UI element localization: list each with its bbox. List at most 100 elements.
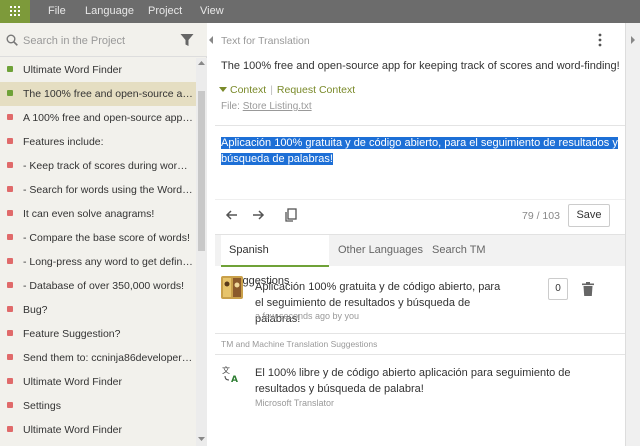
panel-title: Text for Translation	[221, 35, 310, 47]
list-item[interactable]: - Compare the base score of words!	[0, 226, 196, 250]
context-link[interactable]: Context	[230, 84, 266, 96]
untranslated-status-icon	[7, 114, 13, 120]
list-item-label: Ultimate Word Finder	[23, 376, 123, 388]
list-item-label: - Search for words using the Word Finder	[23, 184, 193, 196]
tm-section-header: TM and Machine Translation Suggestions	[215, 333, 625, 355]
list-item-label: A 100% free and open-source app that mak…	[23, 112, 193, 124]
list-item[interactable]: - Long-press any word to get definitions	[0, 250, 196, 274]
menu-language[interactable]: Language	[85, 5, 134, 17]
copy-source-icon[interactable]	[284, 208, 298, 222]
file-link[interactable]: Store Listing.txt	[243, 101, 312, 112]
expand-right-icon	[631, 36, 635, 44]
search-bar: Search in the Project	[0, 23, 207, 57]
list-item-label: Settings	[23, 400, 61, 412]
translated-status-icon	[7, 66, 13, 72]
untranslated-status-icon	[7, 138, 13, 144]
context-links: Context | Request Context	[219, 84, 355, 96]
list-item[interactable]: Ultimate Word Finder	[0, 58, 196, 82]
vote-count[interactable]: 0	[548, 278, 568, 300]
more-options-icon[interactable]	[594, 33, 606, 47]
mt-suggestion-text[interactable]: El 100% libre y de código abierto aplica…	[255, 365, 615, 397]
editor-panel: Text for Translation The 100% free and o…	[215, 23, 625, 446]
untranslated-status-icon	[7, 210, 13, 216]
string-sidebar: Search in the Project Ultimate Word Find…	[0, 23, 207, 446]
list-item-label: Feature Suggestion?	[23, 328, 121, 340]
list-item-label: Ultimate Word Finder	[23, 424, 123, 436]
tab-other-languages[interactable]: Other Languages	[338, 235, 423, 267]
scroll-up-icon[interactable]	[198, 60, 205, 66]
list-item[interactable]: Feature Suggestion?	[0, 322, 196, 346]
menu-file[interactable]: File	[48, 5, 66, 17]
search-input[interactable]: Search in the Project	[23, 35, 125, 47]
filter-icon[interactable]	[180, 33, 194, 47]
untranslated-status-icon	[7, 234, 13, 240]
untranslated-status-icon	[7, 186, 13, 192]
list-item-label: - Long-press any word to get definitions	[23, 256, 193, 268]
untranslated-status-icon	[7, 258, 13, 264]
translated-status-icon	[7, 90, 13, 96]
sidebar-scrollbar[interactable]	[196, 58, 207, 446]
apps-grid-icon	[10, 6, 20, 16]
suggestion-tabs: Spanish Suggestions Other Languages Sear…	[215, 234, 625, 287]
apps-grid-button[interactable]	[0, 0, 30, 23]
menu-view[interactable]: View	[200, 5, 224, 17]
list-item[interactable]: Settings	[0, 394, 196, 418]
untranslated-status-icon	[7, 354, 13, 360]
untranslated-status-icon	[7, 402, 13, 408]
divider	[215, 125, 625, 126]
list-item-label: Bug?	[23, 304, 48, 316]
translate-icon: 文 A	[222, 365, 238, 383]
file-prefix: File:	[221, 101, 240, 112]
translation-selected-text: Aplicación 100% gratuita y de código abi…	[221, 137, 618, 165]
menu-project[interactable]: Project	[148, 5, 182, 17]
suggestion-item: Aplicación 100% gratuita y de código abi…	[215, 273, 625, 325]
machine-translation-item: 文 A El 100% libre y de código abierto ap…	[215, 360, 625, 420]
list-item-selected[interactable]: The 100% free and open-source app for ke…	[0, 82, 196, 106]
list-item[interactable]: Bug?	[0, 298, 196, 322]
arrow-right-icon[interactable]	[251, 208, 265, 222]
tab-spanish-suggestions[interactable]: Spanish Suggestions	[221, 235, 329, 287]
list-item-label: - Keep track of scores during word games	[23, 160, 193, 172]
list-item[interactable]: - Search for words using the Word Finder	[0, 178, 196, 202]
collapse-sidebar-icon[interactable]	[207, 34, 215, 46]
mt-source: Microsoft Translator	[255, 398, 335, 408]
untranslated-status-icon	[7, 162, 13, 168]
list-item[interactable]: Ultimate Word Finder	[0, 418, 196, 442]
list-item-label: The 100% free and open-source app for ke…	[23, 88, 193, 100]
list-item-label: - Database of over 350,000 words!	[23, 280, 185, 292]
untranslated-status-icon	[7, 426, 13, 432]
character-counter: 79 / 103	[522, 210, 560, 222]
suggestion-meta: a few seconds ago by you	[255, 311, 360, 321]
list-item[interactable]: - Database of over 350,000 words!	[0, 274, 196, 298]
tab-search-tm[interactable]: Search TM	[432, 235, 486, 267]
svg-text:文: 文	[222, 365, 230, 375]
save-button[interactable]: Save	[568, 204, 610, 227]
list-item[interactable]: It can even solve anagrams!	[0, 202, 196, 226]
arrow-left-icon[interactable]	[225, 208, 239, 222]
request-context-link[interactable]: Request Context	[277, 84, 355, 96]
source-text: The 100% free and open-source app for ke…	[221, 60, 620, 72]
untranslated-status-icon	[7, 282, 13, 288]
scroll-down-icon[interactable]	[198, 436, 205, 442]
caret-down-icon	[219, 87, 227, 92]
list-item[interactable]: Features include:	[0, 130, 196, 154]
translation-textarea[interactable]: Aplicación 100% gratuita y de código abi…	[221, 135, 621, 167]
list-item[interactable]: Send them to: ccninja86developer@gmail.c…	[0, 346, 196, 370]
list-item-label: Send them to: ccninja86developer@gmail.c…	[23, 352, 193, 364]
list-item-label: Features include:	[23, 136, 104, 148]
list-item[interactable]: Ultimate Word Finder	[0, 370, 196, 394]
string-list: Ultimate Word Finder The 100% free and o…	[0, 58, 196, 446]
right-panel-toggle[interactable]	[625, 23, 640, 446]
list-item-label: Ultimate Word Finder	[23, 64, 123, 76]
list-item-label: It can even solve anagrams!	[23, 208, 155, 220]
list-item-label: - Compare the base score of words!	[23, 232, 190, 244]
list-item[interactable]: A 100% free and open-source app that mak…	[0, 106, 196, 130]
scrollbar-thumb[interactable]	[198, 91, 205, 251]
trash-icon[interactable]	[582, 282, 594, 296]
untranslated-status-icon	[7, 330, 13, 336]
top-menu-bar: File Language Project View	[0, 0, 640, 23]
list-item[interactable]: - Keep track of scores during word games	[0, 154, 196, 178]
file-info: File: Store Listing.txt	[221, 101, 312, 112]
divider	[215, 199, 625, 200]
untranslated-status-icon	[7, 378, 13, 384]
